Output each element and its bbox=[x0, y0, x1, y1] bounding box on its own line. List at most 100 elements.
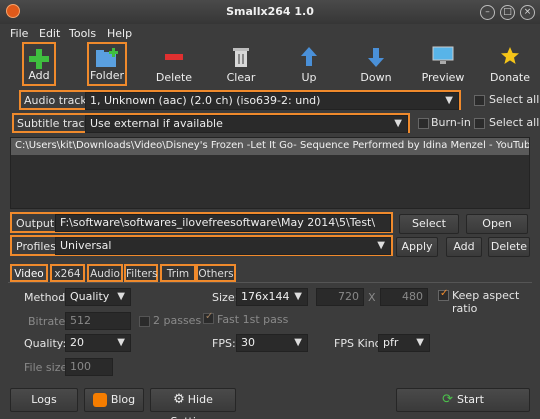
output-row: Output: F:\software\softwares_ilovefrees… bbox=[10, 212, 393, 233]
audio-tracks-value: 1, Unknown (aac) (2.0 ch) (iso639-2: und… bbox=[90, 94, 321, 107]
size-select[interactable]: 176x144 ▼ bbox=[236, 288, 308, 306]
delete-button[interactable]: Delete bbox=[144, 42, 204, 86]
fps-kind-value: pfr bbox=[383, 336, 399, 349]
bitrate-input[interactable]: 512 bbox=[65, 312, 131, 330]
subtitle-select-all-checkbox[interactable] bbox=[474, 118, 485, 129]
profiles-label: Profiles: bbox=[16, 240, 60, 253]
height-input[interactable]: 480 bbox=[380, 288, 428, 306]
keep-aspect-label: Keep aspect ratio bbox=[452, 289, 520, 315]
refresh-icon: ⟳ bbox=[442, 392, 454, 407]
size-x-label: X bbox=[368, 291, 376, 304]
chevron-down-icon: ▼ bbox=[394, 118, 402, 129]
minus-icon bbox=[165, 54, 183, 60]
burn-in-checkbox[interactable] bbox=[418, 118, 429, 129]
quality-label: Quality: bbox=[24, 337, 67, 350]
subtitle-tracks-row: Subtitle tracks: Use external if availab… bbox=[12, 113, 410, 133]
start-button[interactable]: ⟳ Start bbox=[396, 388, 530, 412]
fps-select[interactable]: 30 ▼ bbox=[236, 334, 308, 352]
audio-select-all-label: Select all bbox=[489, 93, 540, 106]
audio-select-all-checkbox[interactable] bbox=[474, 95, 485, 106]
logs-button[interactable]: Logs bbox=[10, 388, 78, 412]
up-button[interactable]: Up bbox=[279, 42, 339, 86]
maximize-icon[interactable]: □ bbox=[500, 5, 515, 20]
menu-file[interactable]: File bbox=[10, 27, 28, 40]
menu-tools[interactable]: Tools bbox=[69, 27, 96, 40]
select-button[interactable]: Select bbox=[399, 214, 459, 234]
width-input[interactable]: 720 bbox=[316, 288, 364, 306]
arrow-up-icon bbox=[301, 47, 317, 66]
tab-others[interactable]: Others bbox=[196, 264, 236, 282]
file-size-input[interactable]: 100 bbox=[65, 358, 113, 376]
add-profile-button[interactable]: Add bbox=[446, 237, 482, 257]
keep-aspect-checkbox[interactable]: ✓ bbox=[438, 288, 449, 301]
delete-label: Delete bbox=[155, 71, 193, 84]
preview-button[interactable]: Preview bbox=[413, 42, 473, 86]
add-button[interactable]: Add bbox=[22, 42, 56, 86]
folder-button[interactable]: Folder bbox=[87, 42, 127, 86]
tab-trim[interactable]: Trim bbox=[160, 264, 196, 282]
hide-settings-button[interactable]: ⚙Hide Settings bbox=[150, 388, 236, 419]
chevron-down-icon: ▼ bbox=[445, 95, 453, 106]
add-icon bbox=[29, 49, 49, 69]
chevron-down-icon: ▼ bbox=[377, 240, 385, 251]
blogger-icon bbox=[92, 393, 107, 407]
up-label: Up bbox=[301, 71, 317, 84]
profiles-value: Universal bbox=[60, 239, 112, 252]
menu-edit[interactable]: Edit bbox=[39, 27, 60, 40]
star-icon bbox=[501, 47, 519, 64]
method-value: Quality bbox=[70, 290, 110, 303]
tab-x264[interactable]: x264 bbox=[50, 264, 85, 282]
gear-icon: ⚙ bbox=[173, 392, 185, 407]
output-label: Output: bbox=[16, 217, 58, 230]
menu-help[interactable]: Help bbox=[107, 27, 132, 40]
open-button[interactable]: Open bbox=[466, 214, 528, 234]
blog-button[interactable]: Blog bbox=[84, 388, 144, 412]
two-passes-checkbox[interactable] bbox=[139, 316, 150, 327]
fast-first-pass-checkbox[interactable]: ✓ bbox=[203, 311, 214, 324]
fps-value: 30 bbox=[241, 336, 255, 349]
minimize-icon[interactable]: – bbox=[480, 5, 495, 20]
fps-label: FPS: bbox=[212, 337, 236, 350]
monitor-icon bbox=[432, 46, 454, 64]
fps-kind-select[interactable]: pfr ▼ bbox=[378, 334, 430, 352]
folder-label: Folder bbox=[90, 69, 124, 82]
quality-spinner[interactable]: 20 ▼ bbox=[65, 334, 131, 352]
apply-button[interactable]: Apply bbox=[396, 237, 438, 257]
clear-label: Clear bbox=[226, 71, 256, 84]
audio-tracks-select[interactable]: 1, Unknown (aac) (2.0 ch) (iso639-2: und… bbox=[85, 92, 459, 110]
down-button[interactable]: Down bbox=[346, 42, 406, 86]
preview-label: Preview bbox=[421, 71, 465, 84]
donate-label: Donate bbox=[490, 71, 530, 84]
list-item[interactable]: C:\Users\kit\Downloads\Video\Disney's Fr… bbox=[11, 138, 529, 155]
file-list[interactable]: C:\Users\kit\Downloads\Video\Disney's Fr… bbox=[10, 137, 530, 209]
output-path-input[interactable]: F:\software\softwares_ilovefreesoftware\… bbox=[55, 214, 391, 232]
blog-label: Blog bbox=[110, 393, 136, 406]
profiles-row: Profiles: Universal ▼ bbox=[10, 235, 393, 256]
profiles-select[interactable]: Universal ▼ bbox=[55, 237, 391, 255]
burn-in-label: Burn-in bbox=[431, 116, 471, 129]
clear-button[interactable]: Clear bbox=[211, 42, 271, 86]
size-value: 176x144 bbox=[241, 290, 290, 303]
method-select[interactable]: Quality ▼ bbox=[65, 288, 131, 306]
method-label: Method: bbox=[24, 291, 69, 304]
two-passes-label: 2 passes bbox=[153, 314, 202, 327]
close-icon[interactable]: × bbox=[520, 5, 535, 20]
start-label: Start bbox=[457, 393, 484, 406]
subtitle-tracks-select[interactable]: Use external if available ▼ bbox=[85, 115, 408, 133]
tab-filters[interactable]: Filters bbox=[124, 264, 158, 282]
tab-audio[interactable]: Audio bbox=[87, 264, 123, 282]
folder-icon bbox=[96, 48, 118, 67]
audio-tracks-row: Audio tracks: 1, Unknown (aac) (2.0 ch) … bbox=[19, 90, 461, 110]
down-label: Down bbox=[360, 71, 392, 84]
fast-first-pass-label: Fast 1st pass bbox=[217, 313, 289, 326]
tab-video[interactable]: Video bbox=[10, 264, 48, 282]
subtitle-tracks-value: Use external if available bbox=[90, 117, 223, 130]
add-label: Add bbox=[28, 69, 50, 82]
window-title: Smallx264 1.0 bbox=[226, 5, 314, 18]
quality-value: 20 bbox=[70, 336, 84, 349]
donate-button[interactable]: Donate bbox=[480, 42, 540, 86]
delete-profile-button[interactable]: Delete bbox=[488, 237, 530, 257]
size-label: Size: bbox=[212, 291, 239, 304]
subtitle-select-all-label: Select all bbox=[489, 116, 540, 129]
file-size-label: File size: bbox=[24, 361, 71, 374]
